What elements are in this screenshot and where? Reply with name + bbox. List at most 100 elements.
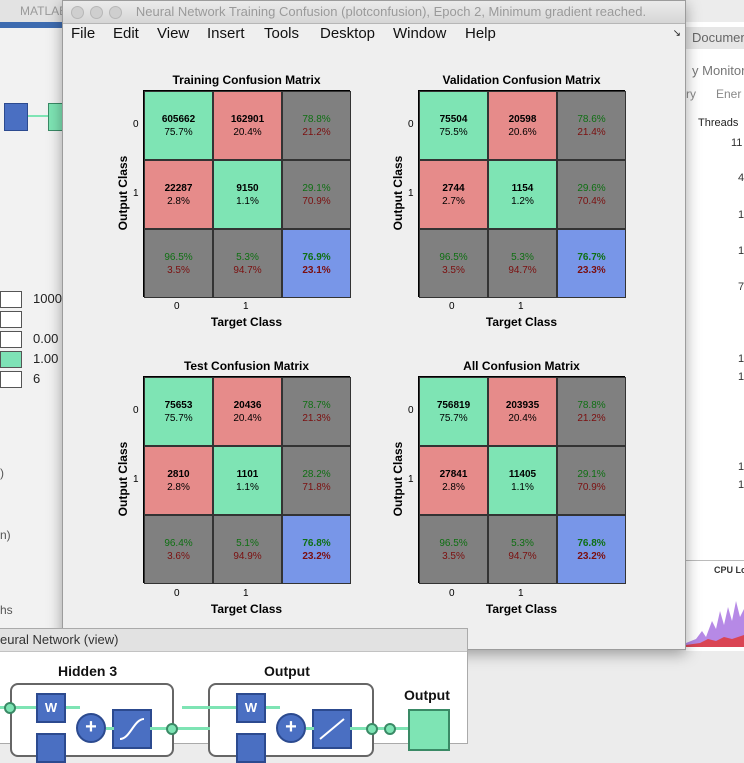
x-axis-label: Target Class xyxy=(485,315,558,329)
network-output-block xyxy=(408,709,450,751)
threads-cell: 11 xyxy=(731,137,743,149)
training-param-field-5[interactable] xyxy=(0,371,22,388)
output-activation-block xyxy=(312,709,352,749)
training-param-field-3[interactable] xyxy=(0,331,22,348)
menu-view[interactable]: View xyxy=(157,24,189,44)
matrix-cell: 75653 75.7% xyxy=(144,377,213,446)
hidden-bias-block xyxy=(36,733,66,763)
threads-cell: 7 xyxy=(738,281,744,293)
threads-cell: 1 xyxy=(738,353,744,365)
x-tick-0: 0 xyxy=(449,588,455,599)
x-tick-0: 0 xyxy=(449,301,455,312)
matrix-cell: 29.6% 70.4% xyxy=(557,160,626,229)
training-confusion-matrix: 605662 75.7% 162901 20.4% 78.8% 21.2% 22287… xyxy=(143,90,351,298)
matrix-cell: 20598 20.6% xyxy=(488,91,557,160)
matrix-cell: 29.1% 70.9% xyxy=(557,446,626,515)
training-param-field-4[interactable] xyxy=(0,351,22,368)
x-tick-1: 1 xyxy=(243,301,249,312)
matrix-cell: 78.7% 21.3% xyxy=(282,377,351,446)
monitor-tab-memory[interactable]: ry xyxy=(686,87,696,101)
matrix-cell: 22287 2.8% xyxy=(144,160,213,229)
connection-line xyxy=(150,727,210,730)
menu-insert[interactable]: Insert xyxy=(207,24,245,44)
matrix-cell: 29.1% 70.9% xyxy=(282,160,351,229)
matrix-cell: 2810 2.8% xyxy=(144,446,213,515)
matrix-cell: 605662 75.7% xyxy=(144,91,213,160)
minimize-window-button[interactable] xyxy=(90,6,103,19)
cpu-load-panel: CPU Lo xyxy=(686,560,744,651)
y-tick-0: 0 xyxy=(133,119,139,130)
threads-cell: 1 xyxy=(738,371,744,383)
threads-cell: 1 xyxy=(738,479,744,491)
matrix-cell: 162901 20.4% xyxy=(213,91,282,160)
menu-edit[interactable]: Edit xyxy=(113,24,139,44)
matrix-cell: 76.8% 23.2% xyxy=(282,515,351,584)
output-bias-block xyxy=(236,733,266,763)
connection-line xyxy=(66,706,80,709)
background-edge-text: hs xyxy=(0,603,13,617)
network-output-title: Output xyxy=(404,687,450,703)
matrix-cell: 9150 1.1% xyxy=(213,160,282,229)
menu-window[interactable]: Window xyxy=(393,24,446,44)
matrix-cell: 203935 20.4% xyxy=(488,377,557,446)
matrix-cell: 756819 75.7% xyxy=(419,377,488,446)
hidden-sum-node: + xyxy=(76,713,106,743)
background-document-title: Documen xyxy=(684,27,744,49)
nn-window-title[interactable]: eural Network (view) xyxy=(0,629,467,652)
matrix-cell: 5.3% 94.7% xyxy=(488,515,557,584)
connection-line xyxy=(182,706,236,709)
matrix-cell: 76.7% 23.3% xyxy=(557,229,626,298)
background-toolstrip xyxy=(0,22,70,28)
output-sum-node: + xyxy=(276,713,306,743)
menu-file[interactable]: File xyxy=(71,24,95,44)
matrix-cell: 2744 2.7% xyxy=(419,160,488,229)
connection-line xyxy=(266,706,280,709)
threads-cell: 1 xyxy=(738,245,744,257)
background-network-thumbnail xyxy=(0,95,64,135)
y-tick-0: 0 xyxy=(408,119,414,130)
training-param-value-1: 1000 xyxy=(33,291,62,306)
x-axis-label: Target Class xyxy=(210,602,283,616)
training-param-value-4: 1.00 xyxy=(33,351,59,366)
training-param-value-5: 6 xyxy=(33,371,41,386)
y-tick-1: 1 xyxy=(133,474,139,485)
dock-arrow-icon[interactable]: ↘ xyxy=(673,28,681,39)
matrix-cell: 27841 2.8% xyxy=(419,446,488,515)
threads-cell: 4 xyxy=(738,172,744,184)
matrix-cell: 20436 20.4% xyxy=(213,377,282,446)
connection-node xyxy=(366,723,378,735)
y-axis-label: Output Class xyxy=(116,441,130,517)
menu-desktop[interactable]: Desktop xyxy=(320,24,375,44)
matrix-cell: 5.1% 94.9% xyxy=(213,515,282,584)
menu-bar: File Edit View Insert Tools Desktop Wind… xyxy=(63,24,685,44)
matrix-cell: 28.2% 71.8% xyxy=(282,446,351,515)
x-tick-0: 0 xyxy=(174,301,180,312)
connection-node xyxy=(4,702,16,714)
all-matrix-title: All Confusion Matrix xyxy=(463,359,580,373)
matrix-cell: 11405 1.1% xyxy=(488,446,557,515)
y-axis-label: Output Class xyxy=(116,155,130,231)
monitor-tab-energy[interactable]: Ener xyxy=(716,87,741,101)
cpu-load-label: CPU Lo xyxy=(714,565,744,575)
y-tick-1: 1 xyxy=(408,474,414,485)
matrix-cell: 5.3% 94.7% xyxy=(488,229,557,298)
y-tick-1: 1 xyxy=(133,188,139,199)
menu-tools[interactable]: Tools xyxy=(264,24,299,44)
matrix-cell: 1101 1.1% xyxy=(213,446,282,515)
threads-column-header[interactable]: Threads xyxy=(698,117,738,129)
background-edge-text: ) xyxy=(0,466,4,480)
hidden-activation-block xyxy=(112,709,152,749)
training-param-field-1[interactable] xyxy=(0,291,22,308)
close-window-button[interactable] xyxy=(71,6,84,19)
window-titlebar[interactable]: Neural Network Training Confusion (plotc… xyxy=(63,1,685,24)
matrix-cell: 75504 75.5% xyxy=(419,91,488,160)
x-tick-1: 1 xyxy=(518,588,524,599)
neural-network-view-window: eural Network (view) Hidden 3 W + Output… xyxy=(0,628,468,763)
validation-confusion-matrix: 75504 75.5% 20598 20.6% 78.6% 21.4% 2744 2.7… xyxy=(418,90,626,298)
matrix-cell: 1154 1.2% xyxy=(488,160,557,229)
training-param-field-2[interactable] xyxy=(0,311,22,328)
matrix-cell: 78.6% 21.4% xyxy=(557,91,626,160)
menu-help[interactable]: Help xyxy=(465,24,496,44)
matrix-cell: 96.5% 3.5% xyxy=(144,229,213,298)
connection-line xyxy=(306,727,314,730)
